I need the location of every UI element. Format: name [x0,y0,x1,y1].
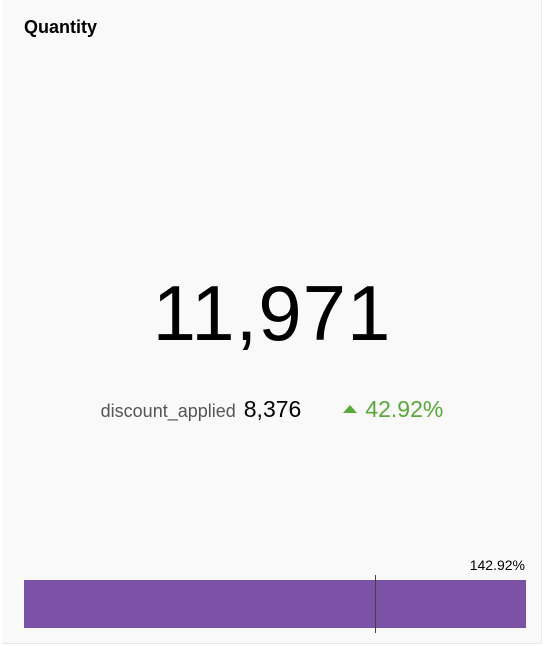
change-indicator: 42.92% [343,396,443,423]
change-percent: 42.92% [365,396,444,422]
comparison-row: discount_applied 8,376 42.92% [2,396,542,428]
kpi-card: Quantity 11,971 discount_applied 8,376 4… [2,0,542,644]
comparison-value: 8,376 [243,396,302,422]
comparison-label: discount_applied [100,401,236,421]
progress-bar-fill [24,580,526,628]
progress-target-marker [375,575,376,633]
progress-bar [24,575,526,633]
main-value: 11,971 [152,269,392,357]
triangle-up-icon [343,405,358,413]
card-title: Quantity [24,17,98,37]
progress-percent-label: 142.92% [469,557,525,573]
